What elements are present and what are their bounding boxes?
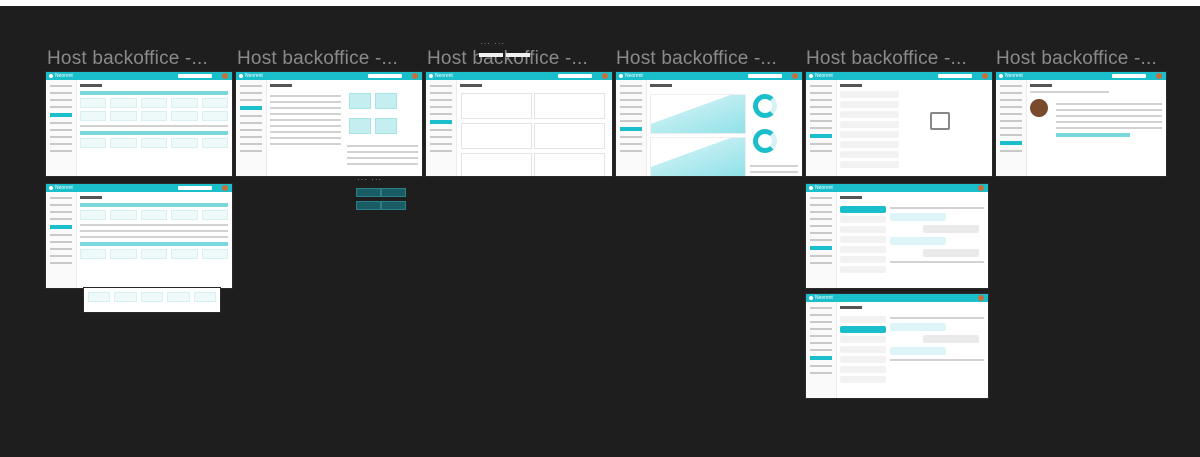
logo-icon — [809, 296, 813, 300]
profile-photo[interactable] — [1030, 99, 1048, 117]
search-input[interactable] — [748, 74, 782, 78]
sidebar — [806, 302, 837, 398]
main-content — [270, 84, 418, 172]
frame-title-6[interactable]: Host backoffice -... — [996, 48, 1182, 70]
component-button[interactable] — [356, 201, 381, 210]
frame-messages-conversation-2[interactable]: Neorent — [806, 294, 988, 398]
main-content — [1030, 84, 1162, 172]
brand-name: Neorent — [1005, 73, 1023, 79]
search-input[interactable] — [558, 74, 592, 78]
avatar[interactable] — [1156, 73, 1162, 79]
logo-icon — [429, 74, 433, 78]
frame-messages-empty[interactable]: Neorent — [806, 72, 992, 176]
sidebar — [46, 192, 77, 288]
logo-icon — [49, 186, 53, 190]
search-input[interactable] — [1112, 74, 1146, 78]
frame-header: Neorent — [806, 294, 988, 302]
frame-title-5[interactable]: Host backoffice -... — [806, 48, 992, 70]
avatar[interactable] — [978, 295, 984, 301]
avatar[interactable] — [602, 73, 608, 79]
donut-chart — [753, 94, 777, 118]
frame-header: Neorent — [426, 72, 612, 80]
frame-header: Neorent — [616, 72, 802, 80]
frame-prices[interactable]: Neorent — [46, 72, 232, 176]
sidebar — [616, 80, 647, 176]
area-chart — [650, 94, 746, 134]
frame-title-4[interactable]: Host backoffice -... — [616, 48, 802, 70]
brand-name: Neorent — [55, 73, 73, 79]
main-content — [650, 84, 798, 176]
logo-icon — [619, 74, 623, 78]
frame-toolbar-button[interactable] — [506, 53, 530, 57]
avatar[interactable] — [222, 73, 228, 79]
frame-title-3[interactable]: Host backoffice -... — [427, 48, 613, 70]
component-button[interactable] — [381, 201, 406, 210]
logo-icon — [809, 74, 813, 78]
sidebar — [236, 80, 267, 176]
avatar[interactable] — [982, 73, 988, 79]
area-chart — [650, 137, 746, 176]
frame-property-settings[interactable]: Neorent — [236, 72, 422, 176]
search-input[interactable] — [178, 186, 212, 190]
main-content — [840, 306, 984, 394]
component-button[interactable] — [381, 188, 406, 197]
frame-title-1[interactable]: Host backoffice -... — [47, 48, 233, 70]
sidebar — [46, 80, 77, 176]
brand-name: Neorent — [625, 73, 643, 79]
frame-settings[interactable]: Neorent — [996, 72, 1166, 176]
frame-header: Neorent — [46, 72, 232, 80]
donut-chart — [753, 129, 777, 153]
sidebar — [996, 80, 1027, 176]
canvas-top-band — [0, 0, 1200, 6]
frame-header: Neorent — [46, 184, 232, 192]
frame-header: Neorent — [806, 72, 992, 80]
search-input[interactable] — [178, 74, 212, 78]
main-content — [840, 196, 984, 284]
avatar[interactable] — [978, 185, 984, 191]
brand-name: Neorent — [435, 73, 453, 79]
frame-prices-overflow[interactable] — [84, 288, 220, 312]
frame-title-2[interactable]: Host backoffice -... — [237, 48, 423, 70]
brand-name: Neorent — [815, 73, 833, 79]
component-button[interactable] — [356, 188, 381, 197]
logo-icon — [239, 74, 243, 78]
frame-header: Neorent — [236, 72, 422, 80]
sidebar — [426, 80, 457, 176]
main-content — [80, 84, 229, 172]
brand-name: Neorent — [815, 185, 833, 191]
frame-toolbar-button[interactable] — [479, 53, 503, 57]
frame-header: Neorent — [806, 184, 988, 192]
logo-icon — [49, 74, 53, 78]
sidebar — [806, 80, 837, 176]
avatar[interactable] — [222, 185, 228, 191]
avatar[interactable] — [792, 73, 798, 79]
brand-name: Neorent — [815, 295, 833, 301]
brand-name: Neorent — [245, 73, 263, 79]
frame-handle-dots[interactable]: ··· ··· — [480, 39, 505, 48]
chat-empty-icon — [930, 112, 950, 130]
logo-icon — [999, 74, 1003, 78]
main-content — [840, 84, 988, 172]
frame-channels[interactable]: Neorent — [426, 72, 612, 176]
main-content — [460, 84, 608, 176]
avatar[interactable] — [412, 73, 418, 79]
search-input[interactable] — [938, 74, 972, 78]
frame-statistics[interactable]: Neorent — [616, 72, 802, 176]
frame-messages-conversation[interactable]: Neorent — [806, 184, 988, 288]
frame-handle-dots[interactable]: ··· ··· — [357, 175, 382, 184]
frame-prices-expanded[interactable]: Neorent — [46, 184, 232, 288]
main-content — [80, 196, 229, 284]
brand-name: Neorent — [55, 185, 73, 191]
frame-header: Neorent — [996, 72, 1166, 80]
sidebar — [806, 192, 837, 288]
search-input[interactable] — [368, 74, 402, 78]
logo-icon — [809, 186, 813, 190]
